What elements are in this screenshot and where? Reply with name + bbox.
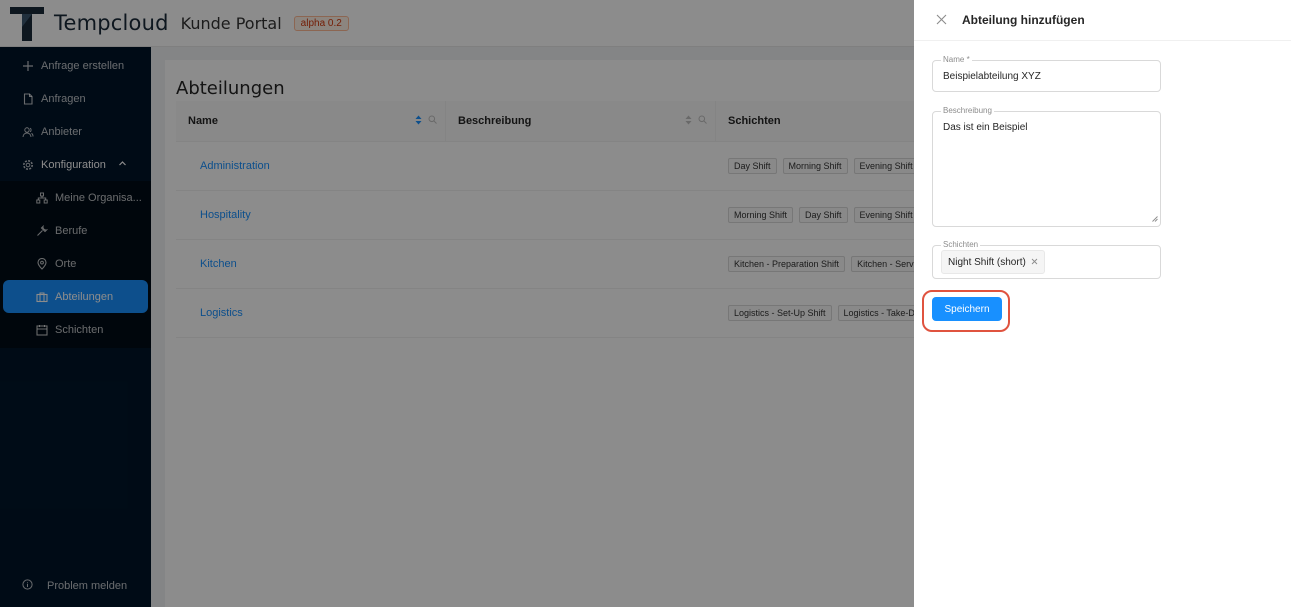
drawer-mask[interactable] [0, 0, 914, 607]
shifts-field-label: Schichten [941, 240, 981, 249]
resize-handle-icon[interactable] [1151, 215, 1158, 224]
close-icon[interactable] [936, 12, 950, 28]
selected-shift-tag: Night Shift (short) [941, 250, 1045, 274]
name-field[interactable]: Name * Beispielabteilung XYZ [932, 55, 1161, 92]
remove-tag-icon[interactable] [1031, 257, 1038, 267]
name-input[interactable]: Beispielabteilung XYZ [943, 71, 1041, 82]
shifts-select[interactable]: Schichten Night Shift (short) [932, 240, 1161, 279]
selected-shift-label: Night Shift (short) [948, 256, 1026, 268]
save-button[interactable]: Speichern [932, 297, 1002, 321]
description-field-label: Beschreibung [941, 106, 994, 115]
name-field-label: Name * [941, 55, 972, 64]
description-field[interactable]: Beschreibung Das ist ein Beispiel [932, 106, 1161, 227]
description-textarea[interactable]: Das ist ein Beispiel [943, 122, 1027, 133]
drawer-header: Abteilung hinzufügen [914, 0, 1291, 41]
drawer-title: Abteilung hinzufügen [962, 13, 1085, 27]
